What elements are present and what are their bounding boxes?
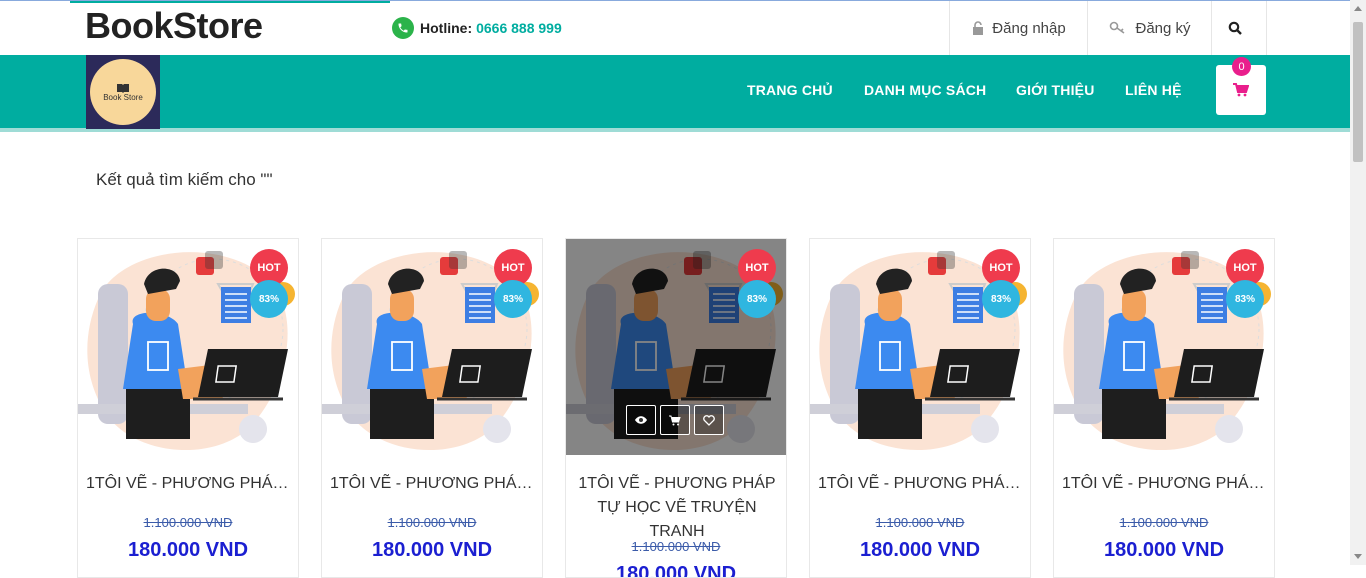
old-price: 1.100.000 VND [1119,515,1209,530]
product-card[interactable]: HOT 83% 1TÔI VẼ - PHƯƠNG PHÁP TỰ HỌC VẼ … [321,238,543,578]
register-link[interactable]: Đăng ký [1087,1,1212,55]
product-title[interactable]: 1TÔI VẼ - PHƯƠNG PHÁP TỰ HỌC VẼ TRUYỆN T… [330,472,536,496]
page-scrollbar[interactable] [1350,0,1366,565]
discount-badge: 83% [738,280,776,318]
search-button[interactable] [1211,1,1267,55]
product-card[interactable]: HOT 83% 1TÔI VẼ - PHƯƠNG PHÁP TỰ HỌC VẼ … [565,238,787,578]
old-price: 1.100.000 VND [631,539,721,554]
old-price: 1.100.000 VND [143,515,233,530]
search-result-heading: Kết quả tìm kiếm cho "" [96,170,273,189]
login-label: Đăng nhập [992,19,1066,37]
cart-icon [1233,83,1249,97]
product-image[interactable]: HOT 83% [322,239,542,455]
book-icon [117,83,129,93]
cart-icon [669,415,681,425]
top-bar: BookStore Hotline: 0666 888 999 Đăng nhậ… [0,0,1350,56]
top-accent-line [70,1,390,3]
eye-icon [635,416,647,424]
product-actions [626,405,724,435]
hotline-label: Hotline: [420,20,473,36]
old-price: 1.100.000 VND [387,515,477,530]
nav-about[interactable]: GIỚI THIỆU [1016,82,1095,98]
product-title[interactable]: 1TÔI VẼ - PHƯƠNG PHÁP TỰ HỌC VẼ TRUYỆN T… [86,472,292,496]
add-to-cart-button[interactable] [660,405,690,435]
product-image[interactable]: HOT 83% [566,239,786,455]
discount-badge: 83% [250,280,288,318]
logo-circle: Book Store [90,59,156,125]
product-image[interactable]: HOT 83% [1054,239,1274,455]
nav-categories[interactable]: DANH MỤC SÁCH [864,82,986,98]
wishlist-button[interactable] [694,405,724,435]
quick-view-button[interactable] [626,405,656,435]
nav-contact[interactable]: LIÊN HỆ [1125,82,1182,98]
hotline: Hotline: 0666 888 999 [392,17,562,39]
product-image[interactable]: HOT 83% [810,239,1030,455]
current-price: 180.000 VND [615,563,737,578]
product-card[interactable]: HOT 83% 1TÔI VẼ - PHƯƠNG PHÁP TỰ HỌC VẼ … [1053,238,1275,578]
lock-icon [973,21,984,35]
old-price: 1.100.000 VND [875,515,965,530]
main-navbar: Book Store TRANG CHỦ DANH MỤC SÁCH GIỚI … [0,55,1350,132]
scroll-thumb[interactable] [1353,22,1363,162]
product-title[interactable]: 1TÔI VẼ - PHƯƠNG PHÁP TỰ HỌC VẼ TRUYỆN T… [818,472,1024,496]
search-icon [1228,21,1242,35]
discount-badge: 83% [1226,280,1264,318]
discount-badge: 83% [494,280,532,318]
current-price: 180.000 VND [127,539,249,561]
brand-title[interactable]: BookStore [85,5,263,47]
hotline-number[interactable]: 0666 888 999 [476,20,562,36]
scroll-up-arrow[interactable] [1354,6,1362,11]
login-link[interactable]: Đăng nhập [949,1,1088,55]
key-icon [1110,21,1125,34]
logo-text: Book Store [103,92,143,102]
current-price: 180.000 VND [859,539,981,561]
heart-icon [703,414,715,426]
cart-button[interactable]: 0 [1216,57,1266,115]
scroll-down-arrow[interactable] [1354,554,1362,559]
product-image[interactable]: HOT 83% [78,239,298,455]
product-title[interactable]: 1TÔI VẼ - PHƯƠNG PHÁP TỰ HỌC VẼ TRUYỆN T… [1062,472,1268,496]
product-card[interactable]: HOT 83% 1TÔI VẼ - PHƯƠNG PHÁP TỰ HỌC VẼ … [809,238,1031,578]
current-price: 180.000 VND [371,539,493,561]
nav-home[interactable]: TRANG CHỦ [747,82,833,98]
register-label: Đăng ký [1135,19,1191,37]
current-price: 180.000 VND [1103,539,1225,561]
phone-icon [392,17,414,39]
discount-badge: 83% [982,280,1020,318]
site-logo[interactable]: Book Store [86,55,160,129]
cart-count-badge: 0 [1232,57,1251,76]
product-card[interactable]: HOT 83% 1TÔI VẼ - PHƯƠNG PHÁP TỰ HỌC VẼ … [77,238,299,578]
product-title[interactable]: 1TÔI VẼ - PHƯƠNG PHÁP TỰ HỌC VẼ TRUYỆN T… [574,472,780,544]
